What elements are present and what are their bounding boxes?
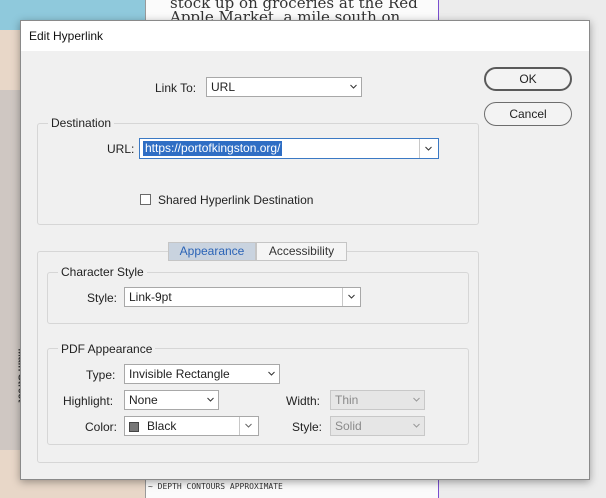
link-to-value: URL bbox=[211, 80, 236, 94]
shared-destination-label: Shared Hyperlink Destination bbox=[158, 193, 314, 207]
type-label: Type: bbox=[86, 368, 116, 382]
ok-button[interactable]: OK bbox=[484, 67, 572, 91]
tab-appearance[interactable]: Appearance bbox=[168, 242, 256, 261]
type-select[interactable]: Invisible Rectangle bbox=[124, 364, 280, 384]
color-swatch bbox=[129, 422, 139, 432]
dialog-titlebar[interactable]: Edit Hyperlink bbox=[21, 21, 589, 51]
color-dropdown[interactable] bbox=[239, 417, 258, 435]
chevron-down-icon bbox=[348, 294, 355, 299]
background-footer-text: ~ DEPTH CONTOURS APPROXIMATE bbox=[148, 482, 283, 491]
url-value-selected: https://portofkingston.org/ bbox=[143, 141, 283, 156]
width-select: Thin bbox=[330, 390, 425, 410]
highlight-value: None bbox=[129, 393, 158, 407]
destination-title: Destination bbox=[48, 116, 115, 130]
chevron-down-icon bbox=[245, 423, 252, 428]
character-style-dropdown[interactable] bbox=[342, 288, 360, 306]
color-label: Color: bbox=[85, 420, 118, 434]
border-style-value: Solid bbox=[335, 419, 362, 433]
shared-destination-checkbox[interactable] bbox=[140, 194, 151, 205]
url-dropdown-button[interactable] bbox=[419, 139, 438, 158]
width-label: Width: bbox=[286, 394, 321, 408]
type-value: Invisible Rectangle bbox=[129, 367, 230, 381]
pdf-appearance-title: PDF Appearance bbox=[58, 342, 156, 356]
url-input[interactable]: https://portofkingston.org/ bbox=[139, 138, 439, 159]
chevron-down-icon bbox=[207, 397, 214, 402]
chevron-down-icon bbox=[350, 84, 357, 89]
chevron-down-icon bbox=[413, 423, 420, 428]
character-style-select[interactable]: Link-9pt bbox=[124, 287, 361, 307]
dialog-title: Edit Hyperlink bbox=[29, 29, 104, 43]
link-to-select[interactable]: URL bbox=[206, 77, 362, 97]
character-style-value: Link-9pt bbox=[129, 290, 172, 304]
highlight-label: Highlight: bbox=[63, 394, 114, 408]
border-style-select: Solid bbox=[330, 416, 425, 436]
highlight-select[interactable]: None bbox=[124, 390, 219, 410]
color-value: Black bbox=[147, 419, 177, 433]
edit-hyperlink-dialog: Edit Hyperlink Link To: URL OK Cancel De… bbox=[20, 20, 590, 480]
tab-accessibility[interactable]: Accessibility bbox=[256, 242, 347, 261]
cancel-button[interactable]: Cancel bbox=[484, 102, 572, 126]
url-label: URL: bbox=[107, 142, 135, 156]
chevron-down-icon bbox=[413, 397, 420, 402]
character-style-label: Style: bbox=[87, 291, 118, 305]
width-value: Thin bbox=[335, 393, 359, 407]
chevron-down-icon bbox=[425, 146, 432, 151]
chevron-down-icon bbox=[268, 371, 275, 376]
border-style-label: Style: bbox=[292, 420, 323, 434]
link-to-label: Link To: bbox=[155, 81, 197, 95]
color-select[interactable]: Black bbox=[124, 416, 259, 436]
character-style-title: Character Style bbox=[58, 265, 147, 279]
